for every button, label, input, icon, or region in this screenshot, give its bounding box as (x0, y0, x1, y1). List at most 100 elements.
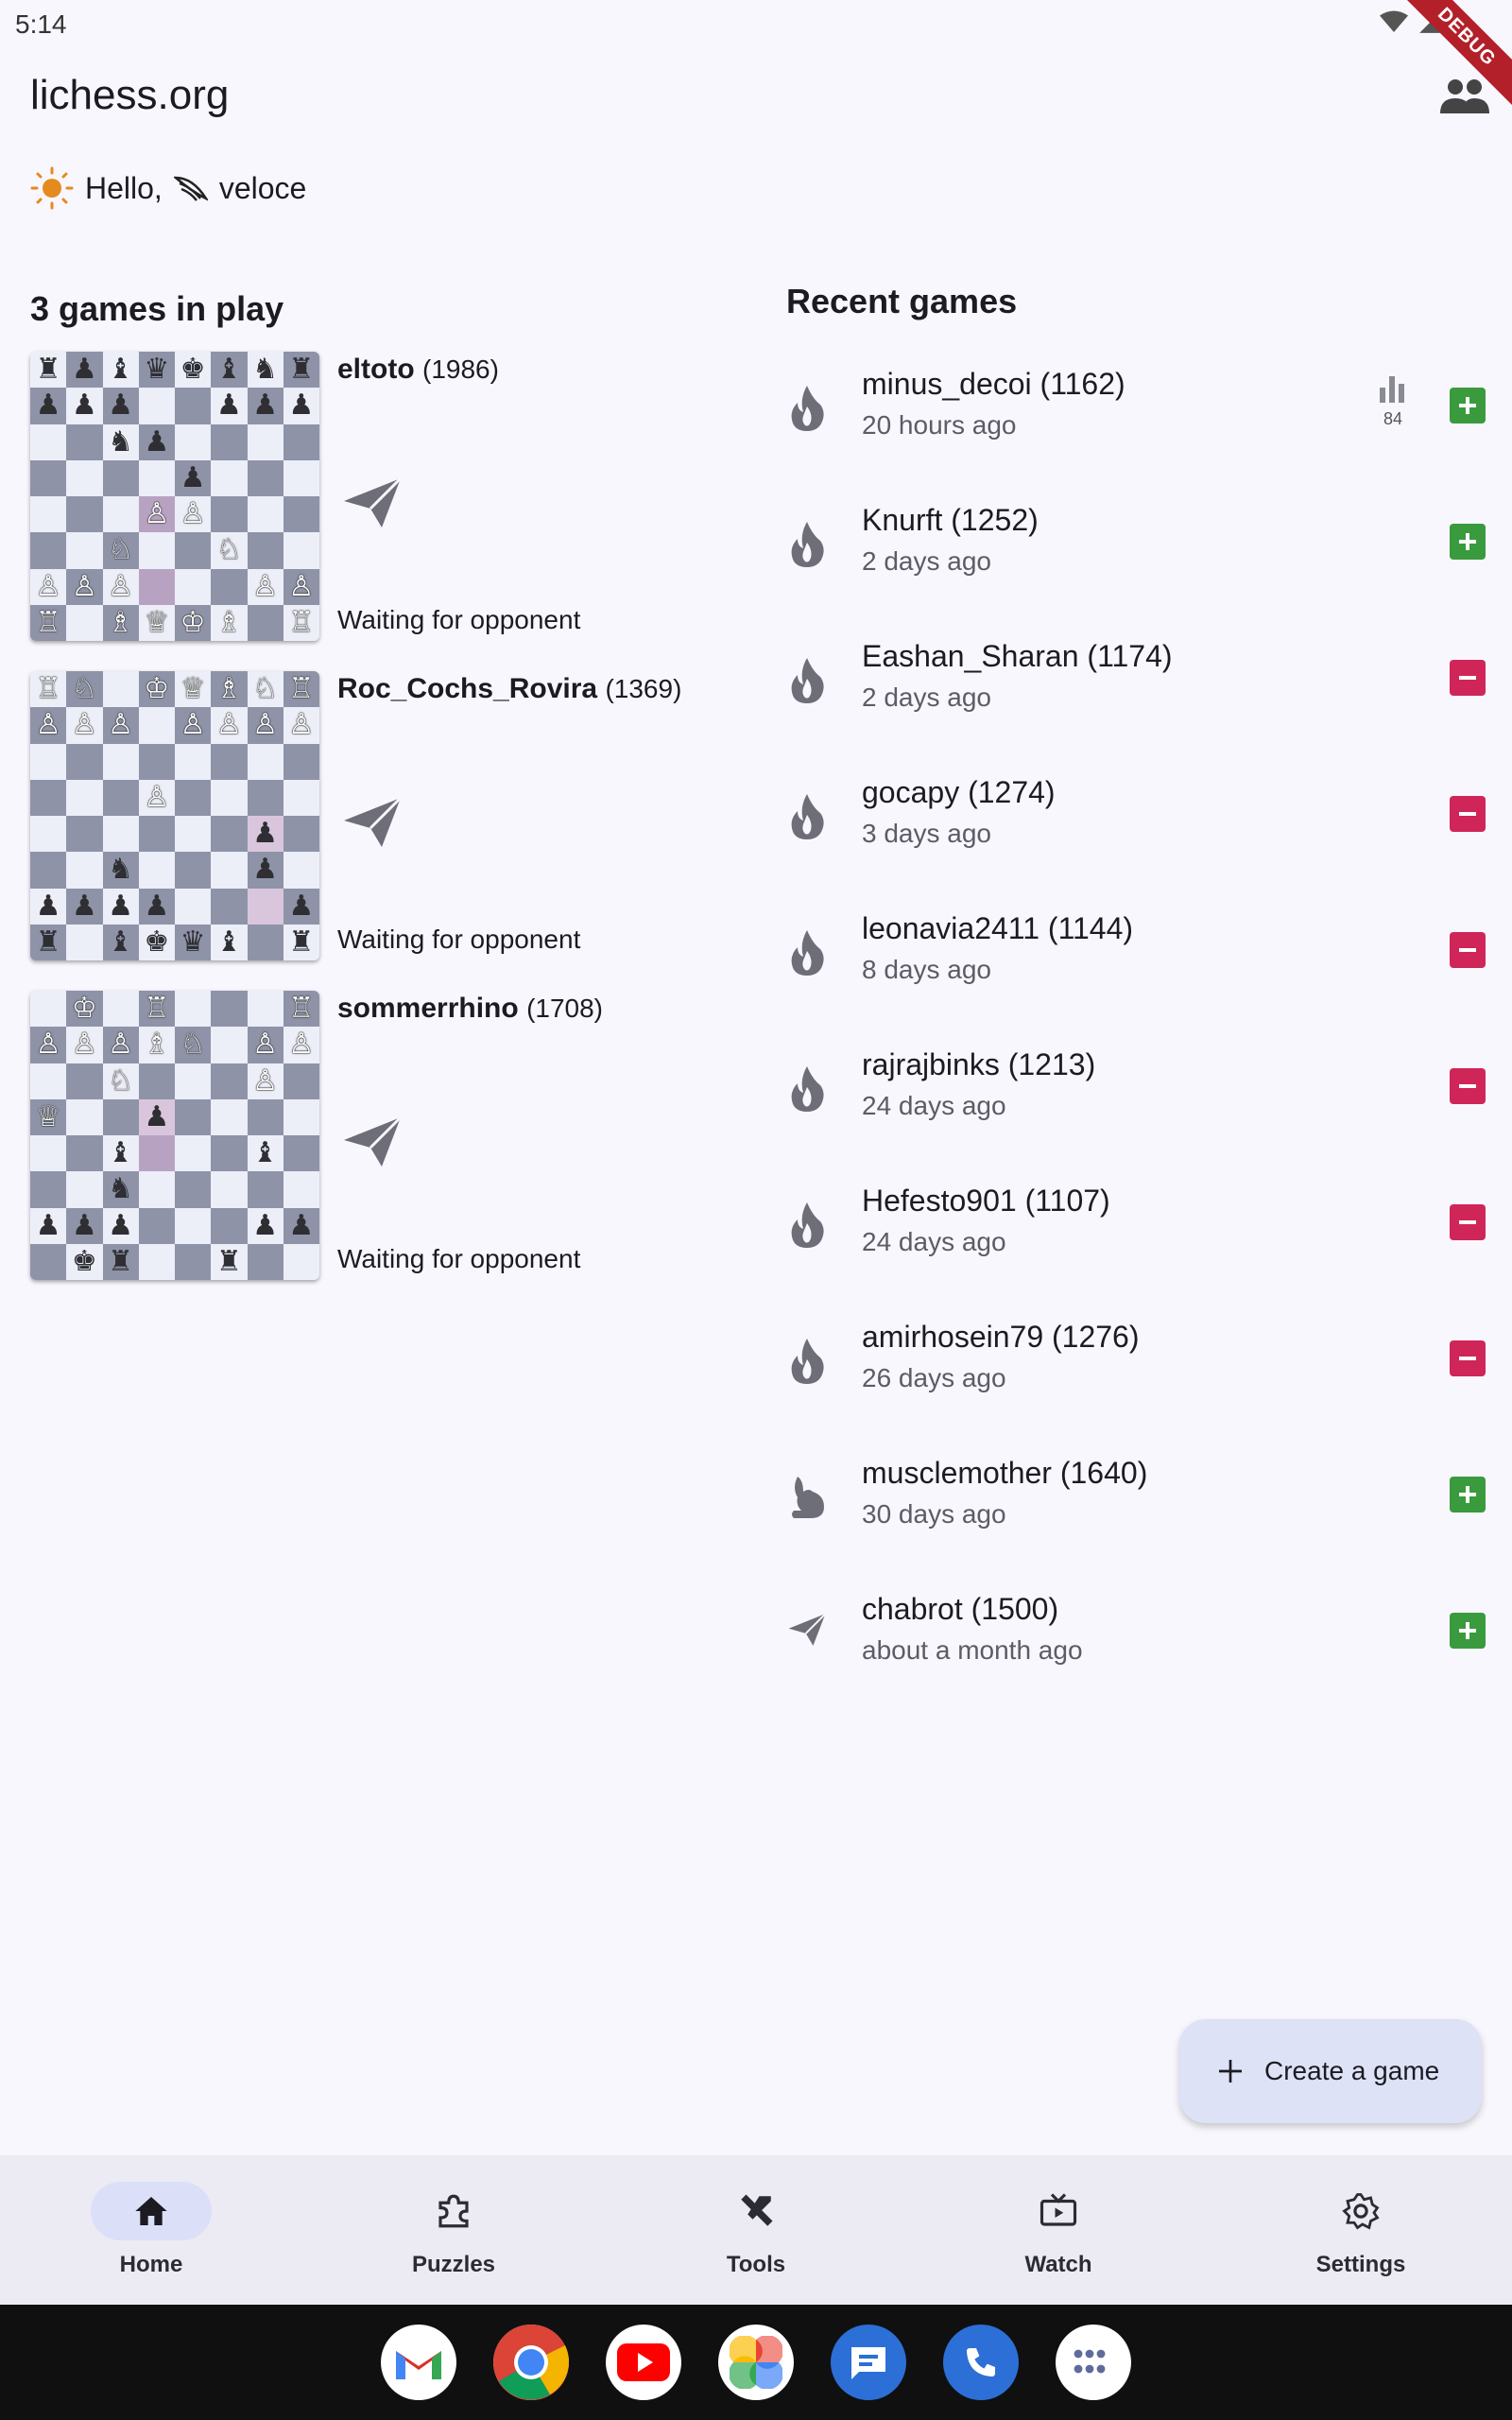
board-square (175, 1135, 212, 1172)
board-square (30, 1171, 67, 1208)
black-pawn-icon: ♟ (108, 389, 134, 423)
board-square: ♝ (211, 924, 248, 960)
board-square (283, 743, 319, 780)
board-square: ♟ (30, 388, 67, 424)
fire-icon (786, 1337, 828, 1386)
game-in-play-card[interactable]: ♖ ♘ ♔ ♕ ♗ ♘ ♖ ♙ ♙ ♙ ♙ ♙ ♙ ♙ ♙ ♟ ♞ ♟ ♟ ♟ ♟ ♟ ♟ ♜ ♝ ♚ ♛ ♝ ♜ Roc_Cochs_R… (30, 671, 711, 964)
game-in-play-card[interactable]: ♜ ♟ ♝ ♛ ♚ ♝ ♞ ♜ ♟ ♟ ♟ ♟ ♟ ♟ ♞ ♟ ♟ ♙ ♙ ♘ ♘ ♙ ♙ ♙ ♙ ♙ ♖ ♗ ♕ ♔ ♗ ♖ eltoto (… (30, 352, 711, 645)
white-king-icon: ♔ (144, 672, 170, 706)
opponent-rating: (1369) (605, 674, 682, 703)
greeting-username[interactable]: veloce (219, 171, 307, 206)
recent-game-time: 3 days ago (862, 819, 991, 848)
board-square: ♗ (138, 1027, 175, 1063)
recent-game-item[interactable]: minus_decoi (1162) 20 hours ago 84 (786, 346, 1486, 482)
white-knight-icon: ♘ (108, 1063, 134, 1098)
board-square: ♟ (66, 388, 103, 424)
board-square: ♟ (102, 888, 139, 925)
loss-minus-icon (1450, 660, 1486, 696)
create-game-button[interactable]: Create a game (1179, 2019, 1482, 2123)
board-square (30, 816, 67, 853)
youtube-icon[interactable] (606, 2325, 681, 2400)
board-square (102, 743, 139, 780)
phone-icon[interactable] (943, 2325, 1019, 2400)
board-square: ♜ (102, 1243, 139, 1280)
board-square (211, 816, 248, 853)
chrome-icon[interactable] (493, 2325, 569, 2400)
nav-tools[interactable]: Tools (605, 2155, 907, 2305)
board-square (247, 1098, 284, 1135)
board-square (66, 816, 103, 853)
recent-game-item[interactable]: Knurft (1252) 2 days ago (786, 482, 1486, 618)
recent-game-item[interactable]: Eashan_Sharan (1174) 2 days ago (786, 618, 1486, 754)
people-icon[interactable] (1440, 76, 1489, 117)
bar-chart-icon[interactable]: 84 (1374, 372, 1412, 429)
nav-watch[interactable]: Watch (907, 2155, 1210, 2305)
board-square (138, 1063, 175, 1099)
black-bishop-icon: ♝ (108, 353, 134, 387)
recent-game-item[interactable]: leonavia2411 (1144) 8 days ago (786, 890, 1486, 1027)
recent-game-item[interactable]: gocapy (1274) 3 days ago (786, 754, 1486, 890)
white-rook-icon: ♖ (288, 605, 315, 639)
board-square (211, 779, 248, 816)
paper-plane-icon (340, 475, 404, 531)
board-square: ♖ (30, 671, 67, 708)
recent-game-item[interactable]: rajrajbinks (1213) 24 days ago (786, 1027, 1486, 1163)
black-pawn-icon: ♟ (144, 889, 170, 923)
white-rook-icon: ♖ (288, 992, 315, 1026)
board-square (211, 459, 248, 496)
nav-puzzles[interactable]: Puzzles (302, 2155, 605, 2305)
board-square: ♜ (283, 352, 319, 389)
black-rook-icon: ♜ (35, 925, 61, 959)
wing-icon (173, 176, 208, 201)
win-plus-icon (1450, 388, 1486, 424)
black-rook-icon: ♜ (215, 1244, 242, 1278)
board-square: ♝ (211, 352, 248, 389)
board-square (175, 388, 212, 424)
white-pawn-icon: ♙ (180, 708, 206, 742)
nav-settings[interactable]: Settings (1210, 2155, 1512, 2305)
board-square (211, 1063, 248, 1099)
opponent-name: Roc_Cochs_Rovira (337, 673, 598, 704)
gmail-icon[interactable] (381, 2325, 456, 2400)
board-square: ♞ (102, 424, 139, 460)
recent-game-item[interactable]: Hefesto901 (1107) 24 days ago (786, 1163, 1486, 1299)
app-drawer-icon[interactable] (1056, 2325, 1131, 2400)
board-square (247, 532, 284, 569)
black-knight-icon: ♞ (108, 853, 134, 887)
black-pawn-icon: ♟ (35, 889, 61, 923)
black-pawn-icon: ♟ (252, 817, 279, 851)
nav-home[interactable]: Home (0, 2155, 302, 2305)
board-square (247, 888, 284, 925)
puzzle-icon (438, 2194, 469, 2228)
board-square (138, 459, 175, 496)
recent-game-item[interactable]: chabrot (1500) about a month ago (786, 1571, 1486, 1707)
messages-icon[interactable] (831, 2325, 906, 2400)
board-square (30, 459, 67, 496)
board-square: ♘ (211, 532, 248, 569)
recent-game-item[interactable]: musclemother (1640) 30 days ago (786, 1435, 1486, 1571)
white-pawn-icon: ♙ (35, 569, 61, 603)
game-in-play-card[interactable]: ♔ ♖ ♖ ♙ ♙ ♙ ♗ ♘ ♙ ♙ ♘ ♙ ♕ ♟ ♝ ♝ ♞ ♟ ♟ ♟ ♟ ♟ ♚ ♜ ♜ sommerrhino (17… (30, 991, 711, 1284)
white-pawn-icon: ♙ (288, 708, 315, 742)
black-king-icon: ♚ (144, 925, 170, 959)
board-square: ♝ (102, 352, 139, 389)
recent-game-opponent: amirhosein79 (1276) (862, 1320, 1140, 1354)
bottom-navigation: Home Puzzles Tools Watch Settings (0, 2155, 1512, 2305)
recent-game-item[interactable]: amirhosein79 (1276) 26 days ago (786, 1299, 1486, 1435)
board-square: ♟ (247, 816, 284, 853)
board-square: ♟ (283, 388, 319, 424)
board-square: ♘ (175, 1027, 212, 1063)
board-square: ♙ (102, 707, 139, 744)
board-square: ♙ (30, 707, 67, 744)
board-square (283, 459, 319, 496)
black-bishop-icon: ♝ (215, 353, 242, 387)
wifi-icon (1380, 10, 1408, 32)
photos-icon[interactable] (718, 2325, 794, 2400)
board-square (175, 568, 212, 605)
board-square: ♟ (66, 352, 103, 389)
white-pawn-icon: ♙ (35, 1028, 61, 1062)
nav-settings-label: Settings (1315, 2252, 1406, 2277)
board-square (138, 532, 175, 569)
rabbit-icon (786, 1473, 828, 1522)
game-status: Waiting for opponent (337, 1244, 581, 1273)
